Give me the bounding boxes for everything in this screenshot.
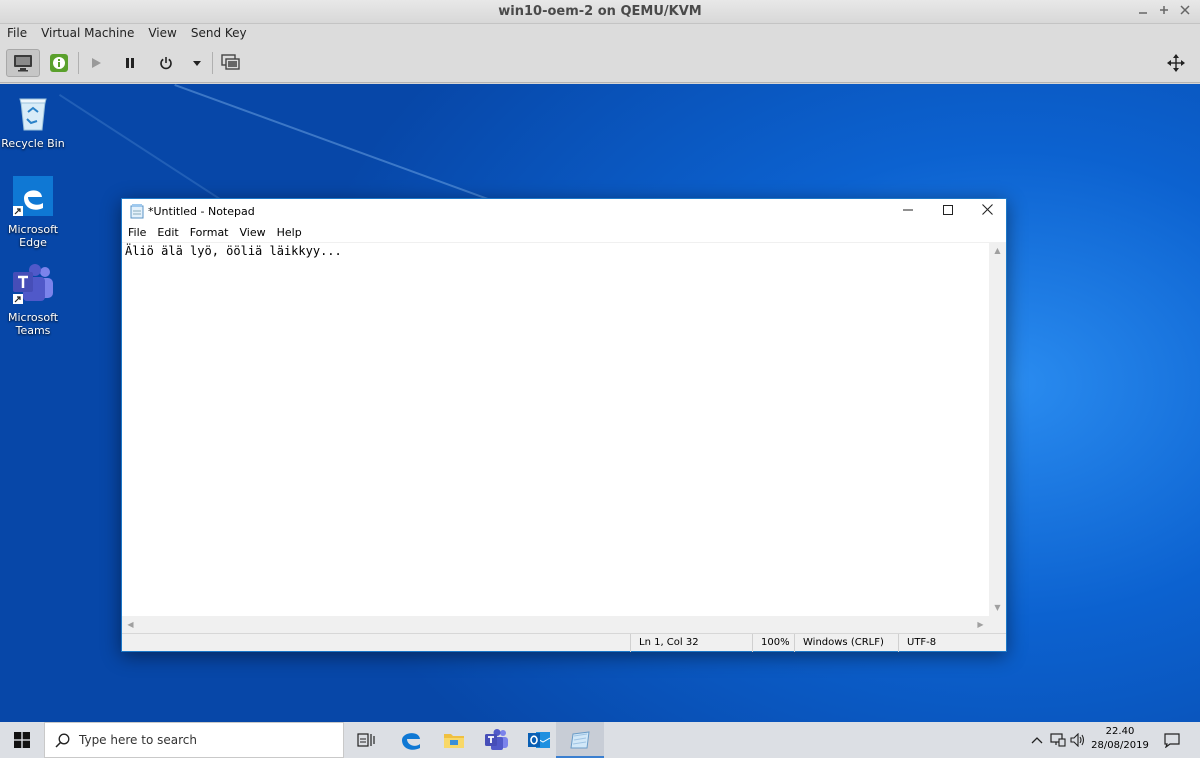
taskbar-file-explorer-button[interactable] — [430, 722, 478, 758]
console-button[interactable] — [6, 49, 40, 77]
folder-icon — [444, 734, 464, 748]
close-icon[interactable] — [1175, 2, 1195, 22]
pause-button[interactable] — [118, 49, 142, 77]
vm-window-title: win10-oem-2 on QEMU/KVM — [498, 4, 702, 19]
play-icon — [92, 58, 101, 68]
notepad-icon — [130, 204, 144, 219]
taskbar-notepad-button[interactable] — [556, 722, 604, 758]
chevron-up-icon — [1031, 737, 1043, 744]
vm-menu-view[interactable]: View — [141, 24, 183, 42]
shutdown-button[interactable] — [154, 49, 178, 77]
task-view-icon — [357, 733, 375, 747]
clock-date: 28/08/2019 — [1091, 740, 1149, 751]
speaker-icon — [1070, 733, 1085, 747]
monitor-icon — [14, 55, 32, 72]
status-cursor-position: Ln 1, Col 32 — [630, 634, 752, 652]
taskbar-search-box[interactable]: Type here to search — [44, 722, 344, 758]
action-center-button[interactable] — [1156, 722, 1188, 758]
minimize-icon — [903, 209, 913, 211]
resize-arrows-icon — [1167, 54, 1185, 72]
notepad-close-button[interactable] — [967, 199, 1007, 225]
run-button[interactable] — [84, 49, 108, 77]
task-view-button[interactable] — [342, 722, 390, 758]
edge-icon — [13, 176, 53, 216]
info-icon — [50, 54, 68, 72]
taskbar-clock[interactable]: 22.40 28/08/2019 — [1088, 725, 1152, 753]
notepad-menu-format[interactable]: Format — [184, 225, 234, 241]
scroll-up-icon[interactable]: ▲ — [989, 242, 1006, 259]
vm-toolbar — [0, 44, 1200, 83]
notepad-menu-file[interactable]: File — [122, 225, 151, 241]
notepad-menu-edit[interactable]: Edit — [151, 225, 183, 241]
notepad-menu-view[interactable]: View — [234, 225, 271, 241]
notepad-menubar: File Edit Format View Help — [122, 225, 1006, 242]
notepad-menu-help[interactable]: Help — [271, 225, 307, 241]
windows-logo-icon — [14, 732, 30, 748]
taskbar-teams-button[interactable] — [472, 722, 520, 758]
start-button[interactable] — [0, 722, 44, 758]
scroll-down-icon[interactable]: ▼ — [989, 599, 1006, 616]
desktop-icon-label: Microsoft Edge — [8, 223, 59, 249]
search-icon — [55, 733, 70, 748]
clock-time: 22.40 — [1105, 726, 1135, 737]
maximize-icon[interactable] — [1154, 2, 1174, 22]
pause-icon — [126, 58, 134, 68]
power-icon — [160, 57, 172, 70]
network-tray-button[interactable] — [1048, 722, 1068, 758]
notification-icon — [1164, 732, 1180, 748]
scroll-left-icon[interactable]: ◀ — [122, 616, 139, 633]
close-icon — [981, 204, 993, 215]
notepad-title: *Untitled - Notepad — [148, 205, 255, 218]
vm-menubar: File Virtual Machine View Send Key — [0, 24, 1200, 44]
notepad-statusbar: Ln 1, Col 32 100% Windows (CRLF) UTF-8 — [122, 633, 1006, 652]
vertical-scrollbar[interactable]: ▲ ▼ — [989, 242, 1006, 616]
vm-menu-virtual-machine[interactable]: Virtual Machine — [34, 24, 141, 42]
toolbar-divider — [212, 52, 213, 74]
fullscreen-button[interactable] — [1162, 49, 1190, 77]
shutdown-menu-button[interactable] — [188, 49, 206, 77]
desktop-icon-recycle-bin[interactable]: Recycle Bin — [0, 90, 66, 150]
maximize-icon — [943, 205, 953, 215]
volume-tray-button[interactable] — [1068, 722, 1088, 758]
vm-menu-file[interactable]: File — [0, 24, 34, 42]
notepad-text-area[interactable]: Äliö älä lyö, ööliä läikkyy... — [122, 242, 989, 616]
vm-menu-send-key[interactable]: Send Key — [184, 24, 254, 42]
teams-icon — [485, 729, 508, 750]
show-hidden-icons-button[interactable] — [1026, 722, 1048, 758]
horizontal-scrollbar[interactable]: ◀ ▶ — [122, 616, 989, 633]
notepad-minimize-button[interactable] — [888, 199, 928, 225]
snapshots-button[interactable] — [218, 49, 244, 77]
taskbar-edge-button[interactable] — [387, 722, 435, 758]
vm-titlebar: win10-oem-2 on QEMU/KVM — [0, 0, 1200, 24]
recycle-bin-icon — [19, 98, 47, 131]
status-line-ending: Windows (CRLF) — [794, 634, 898, 652]
edge-icon — [402, 733, 420, 750]
notepad-icon — [570, 731, 590, 749]
teams-icon — [13, 264, 53, 304]
network-icon — [1050, 733, 1066, 747]
desktop-icon-microsoft-teams[interactable]: Microsoft Teams — [0, 264, 66, 337]
status-encoding: UTF-8 — [898, 634, 1006, 652]
chevron-down-icon — [193, 61, 201, 66]
search-placeholder: Type here to search — [79, 733, 197, 747]
minimize-icon[interactable] — [1133, 2, 1153, 22]
scrollbar-corner — [989, 616, 1006, 633]
desktop-icon-label: Microsoft Teams — [8, 311, 59, 337]
taskbar: Type here to search 22.40 28/08/2019 — [0, 722, 1200, 758]
toolbar-divider — [78, 52, 79, 74]
desktop-icon-label: Recycle Bin — [1, 137, 65, 150]
details-button[interactable] — [44, 49, 74, 77]
scroll-right-icon[interactable]: ▶ — [972, 616, 989, 633]
notepad-titlebar[interactable]: *Untitled - Notepad — [122, 199, 1006, 225]
status-zoom: 100% — [752, 634, 794, 652]
snapshot-icon — [221, 54, 240, 70]
outlook-icon — [528, 732, 551, 748]
notepad-window[interactable]: *Untitled - Notepad File Edit Format View He… — [121, 198, 1007, 652]
desktop-icon-microsoft-edge[interactable]: Microsoft Edge — [0, 176, 66, 249]
notepad-maximize-button[interactable] — [928, 199, 968, 225]
